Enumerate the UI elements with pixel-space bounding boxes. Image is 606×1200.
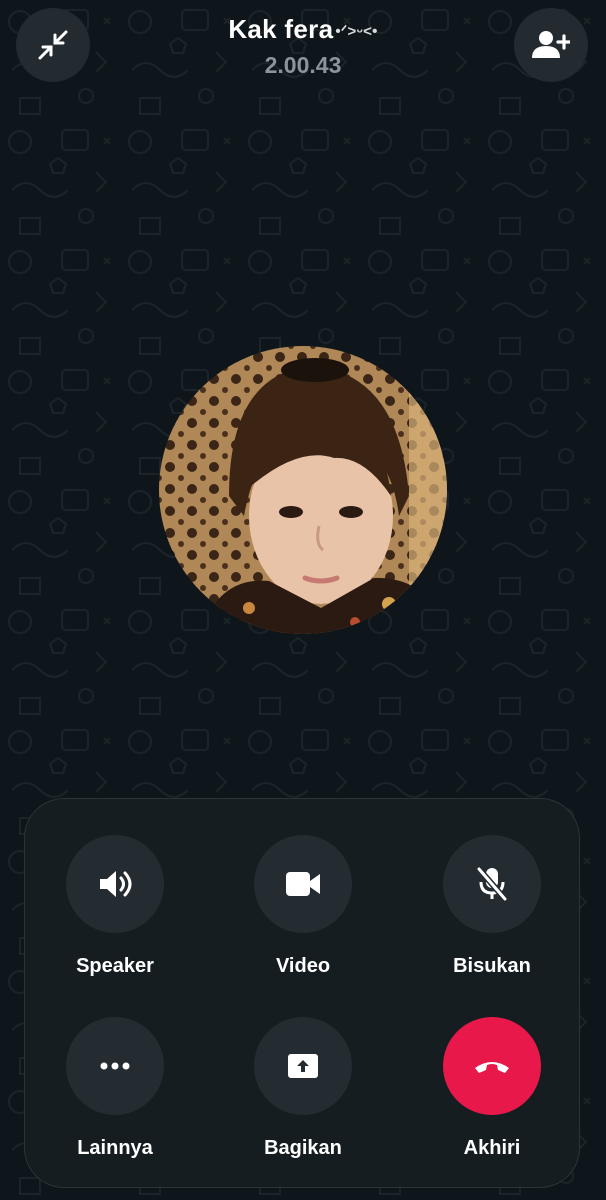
call-screen: Kak fera •ᐟ>ᵕ<• 2.00.43 Speaker Video Bi… — [0, 0, 606, 1200]
end-call-button[interactable] — [443, 1017, 541, 1115]
share-button[interactable] — [254, 1017, 352, 1115]
end-call-label: Akhiri — [463, 1137, 521, 1159]
caller-name-text: Kak fera — [228, 14, 334, 44]
speaker-control: Speaker — [40, 835, 190, 978]
video-camera-icon — [286, 872, 320, 896]
call-controls-panel: Speaker Video Bisukan Lainnya Bagikan Ak… — [24, 798, 580, 1188]
end-call-icon — [475, 1062, 509, 1073]
speaker-label: Speaker — [76, 955, 154, 977]
share-screen-icon — [288, 1054, 318, 1078]
share-control: Bagikan — [228, 1017, 378, 1160]
mute-control: Bisukan — [417, 835, 567, 978]
add-participant-button[interactable] — [514, 8, 588, 82]
share-label: Bagikan — [264, 1137, 342, 1159]
caller-avatar — [159, 346, 447, 634]
video-control: Video — [228, 835, 378, 978]
more-dots-icon — [100, 1062, 130, 1070]
mute-label: Bisukan — [453, 955, 531, 977]
video-button[interactable] — [254, 835, 352, 933]
add-person-icon — [532, 31, 570, 58]
mute-button[interactable] — [443, 835, 541, 933]
more-control: Lainnya — [40, 1017, 190, 1160]
more-label: Lainnya — [77, 1137, 153, 1159]
video-label: Video — [275, 955, 331, 977]
more-button[interactable] — [66, 1017, 164, 1115]
speaker-icon — [100, 871, 132, 897]
speaker-button[interactable] — [66, 835, 164, 933]
end-call-control: Akhiri — [417, 1017, 567, 1160]
mic-off-icon — [476, 866, 508, 902]
caller-name-emoticon: •ᐟ>ᵕ<• — [335, 23, 378, 41]
